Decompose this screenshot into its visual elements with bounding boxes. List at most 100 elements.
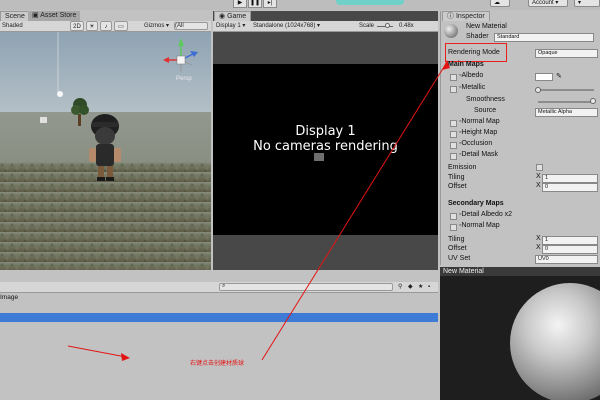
tab-asset-store[interactable]: ▣ Asset Store bbox=[28, 11, 81, 21]
display-dropdown[interactable]: Display 1 ▾ bbox=[216, 21, 245, 31]
camera-gizmo-icon[interactable] bbox=[40, 117, 47, 123]
metallic-label: ◦Metallic bbox=[459, 84, 485, 91]
account-dropdown[interactable]: Account ▾ bbox=[528, 0, 568, 7]
lighting-toggle-icon[interactable]: ☀ bbox=[86, 21, 98, 31]
favorites-icon[interactable]: ★ bbox=[418, 282, 423, 292]
detail-albedo-slot[interactable] bbox=[450, 213, 457, 220]
persp-label: Persp bbox=[176, 76, 192, 82]
display-label: Display 1 bbox=[216, 23, 241, 29]
sec-normal-map-text: Normal Map bbox=[461, 222, 500, 229]
cursor-overlay-icon bbox=[314, 153, 324, 161]
shading-dropdown[interactable]: Shaded bbox=[2, 21, 23, 31]
sec-offset-x-label: X bbox=[536, 244, 541, 251]
2d-toggle[interactable]: 2D bbox=[70, 21, 84, 31]
scene-view[interactable]: Persp bbox=[0, 32, 211, 270]
uv-set-dropdown[interactable]: UV0 bbox=[535, 255, 598, 264]
effects-toggle-icon[interactable]: ▭ bbox=[114, 21, 128, 31]
offset-label: Offset bbox=[448, 183, 467, 190]
preview-sphere bbox=[510, 283, 600, 400]
no-camera-message: Display 1 No cameras rendering bbox=[213, 124, 438, 154]
scene-toolbar: Shaded 2D ☀ ♪ ▭ Gizmos ▾ (All bbox=[0, 21, 211, 32]
main-maps-header: Main Maps bbox=[448, 61, 484, 68]
material-name: New Material bbox=[466, 23, 507, 30]
account-label: Account bbox=[532, 0, 554, 6]
preview-title: New Material bbox=[443, 268, 484, 275]
smoothness-slider-knob[interactable] bbox=[590, 98, 596, 104]
tab-game[interactable]: ◉ Game bbox=[214, 11, 252, 21]
scene-search-placeholder: (All bbox=[175, 23, 184, 29]
scale-slider-knob[interactable] bbox=[385, 23, 390, 28]
light-gizmo-icon[interactable] bbox=[57, 91, 63, 97]
game-toolbar: Display 1 ▾ Standalone (1024x768) ▾ Scal… bbox=[213, 21, 438, 32]
inspector-tab-icon: ⓘ bbox=[447, 13, 456, 20]
metallic-slider-track[interactable] bbox=[538, 89, 594, 91]
game-tab-icon: ◉ bbox=[219, 13, 228, 20]
layers-dropdown[interactable]: ▾ bbox=[574, 0, 600, 7]
cloud-icon[interactable]: ☁ bbox=[490, 0, 510, 7]
offset-x-value: 0 bbox=[545, 184, 549, 190]
audio-toggle-icon[interactable]: ♪ bbox=[100, 21, 112, 31]
tab-asset-store-label: Asset Store bbox=[40, 12, 77, 19]
tab-game-label: Game bbox=[227, 13, 247, 20]
project-toolbar: ⌕ ⚲ ◆ ★ ▪ bbox=[0, 282, 438, 293]
secondary-maps-header: Secondary Maps bbox=[448, 200, 504, 207]
shader-label: Shader bbox=[466, 33, 489, 40]
no-camera-line2: No cameras rendering bbox=[253, 139, 398, 154]
filter-by-label-icon[interactable]: ◆ bbox=[408, 282, 413, 292]
offset-x-field[interactable]: 0 bbox=[542, 183, 598, 192]
detail-albedo-label: ◦Detail Albedo x2 bbox=[459, 211, 512, 218]
scale-label: Scale bbox=[359, 23, 375, 29]
scene-view-canvas: Persp bbox=[0, 32, 211, 270]
project-search-input[interactable]: ⌕ bbox=[219, 283, 393, 291]
source-dropdown[interactable]: Metallic Alpha bbox=[535, 108, 598, 117]
step-button[interactable]: ▸| bbox=[263, 0, 277, 8]
gizmos-label: Gizmos bbox=[144, 23, 165, 29]
sec-offset-x-value: 0 bbox=[545, 246, 549, 252]
metallic-texture-slot[interactable] bbox=[450, 86, 457, 93]
shader-value: Standard bbox=[497, 34, 520, 40]
annotation-text: 右键点击创建材质球 bbox=[190, 361, 245, 367]
metallic-slider-knob[interactable] bbox=[535, 87, 541, 93]
selected-row[interactable] bbox=[0, 313, 438, 322]
emission-checkbox[interactable] bbox=[536, 164, 543, 171]
albedo-texture-slot[interactable] bbox=[450, 74, 457, 81]
filter-by-type-icon[interactable]: ⚲ bbox=[398, 282, 402, 292]
normal-map-text: Normal Map bbox=[461, 118, 500, 125]
scale-value: 0.48x bbox=[399, 23, 414, 29]
eyedropper-icon[interactable]: ✎ bbox=[556, 72, 562, 80]
sec-normal-map-slot[interactable] bbox=[450, 224, 457, 231]
game-view[interactable]: Display 1 No cameras rendering bbox=[213, 64, 438, 235]
tab-scene[interactable]: Scene bbox=[0, 11, 30, 21]
detail-mask-slot[interactable] bbox=[450, 153, 457, 160]
scene-search-input[interactable]: (All bbox=[174, 22, 208, 30]
occlusion-slot[interactable] bbox=[450, 142, 457, 149]
tiling-x-label: X bbox=[536, 173, 541, 180]
occlusion-text: Occlusion bbox=[461, 140, 493, 147]
play-button[interactable]: ▶ bbox=[233, 0, 247, 8]
height-map-slot[interactable] bbox=[450, 131, 457, 138]
rendering-mode-value: Opaque bbox=[538, 50, 558, 56]
tiling-x-field[interactable]: 1 bbox=[542, 174, 598, 183]
smoothness-slider-track[interactable] bbox=[538, 101, 594, 103]
detail-albedo-text: Detail Albedo x2 bbox=[461, 211, 513, 218]
2d-label: 2D bbox=[73, 24, 81, 30]
lock-icon[interactable]: ▪ bbox=[428, 282, 430, 292]
shader-dropdown[interactable]: Standard bbox=[494, 33, 594, 42]
tiling-x-value: 1 bbox=[545, 175, 549, 181]
material-preview[interactable] bbox=[440, 276, 600, 400]
sec-tiling-x-field[interactable]: 1 bbox=[542, 236, 598, 245]
tab-scene-label: Scene bbox=[5, 13, 25, 20]
sec-offset-x-field[interactable]: 0 bbox=[542, 245, 598, 254]
source-label: Source bbox=[474, 107, 497, 114]
emission-label: Emission bbox=[448, 164, 477, 171]
sec-offset-label: Offset bbox=[448, 245, 467, 252]
gizmos-dropdown[interactable]: Gizmos ▾ bbox=[144, 21, 169, 31]
project-column-header: Image bbox=[0, 294, 19, 301]
rendering-mode-dropdown[interactable]: Opaque bbox=[535, 49, 598, 58]
albedo-color-swatch[interactable] bbox=[535, 73, 553, 81]
no-camera-line1: Display 1 bbox=[295, 124, 356, 139]
tab-inspector[interactable]: ⓘ Inspector bbox=[442, 11, 490, 21]
resolution-dropdown[interactable]: Standalone (1024x768) ▾ bbox=[253, 21, 320, 31]
normal-map-slot[interactable] bbox=[450, 120, 457, 127]
pause-button[interactable]: ❚❚ bbox=[248, 0, 262, 8]
